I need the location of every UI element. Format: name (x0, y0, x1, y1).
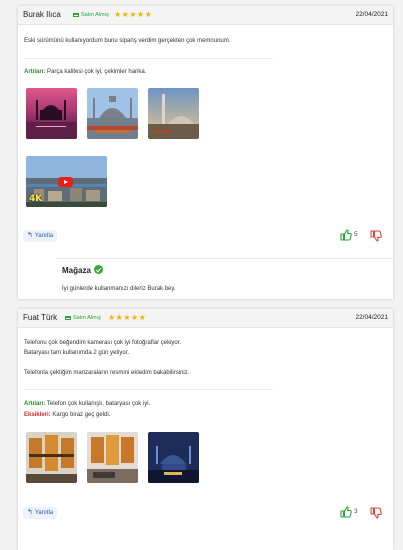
review-cons: Eksikleri: Kargo biraz geç geldi. (24, 412, 110, 418)
review-votes: 5 (337, 228, 387, 242)
reply-label: Yanıtla (34, 510, 54, 516)
pros-text: Telefon çok kullanışlı, bataryası çok iy… (46, 401, 151, 407)
review-photo-thumbnail[interactable] (26, 432, 77, 483)
reviewer-name: Burak Ilıca (23, 10, 61, 19)
review-card: Fuat Türk Satın Almış ★★★★★ 22/04/2021 T… (18, 309, 393, 550)
divider (56, 258, 393, 259)
verified-check-icon (94, 265, 103, 274)
review-body-line: Telefonu çok beğendim kamerası çok iyi f… (24, 340, 182, 346)
pros-label: Artıları: (24, 69, 46, 75)
play-icon[interactable] (58, 177, 73, 187)
reply-arrow-icon: ↰ (27, 232, 33, 239)
thumbs-down-icon[interactable] (370, 230, 382, 242)
review-body-line: Bataryası tam kullanımda 2 gün yetiyor. (24, 350, 130, 356)
thumbs-up-icon[interactable] (340, 229, 352, 241)
cart-icon (65, 315, 71, 320)
divider (23, 58, 273, 59)
cart-icon (73, 12, 79, 17)
review-photo-thumbnail[interactable] (26, 88, 77, 139)
review-video-thumbnail[interactable]: 4K (26, 156, 107, 207)
review-body: Eski sürümünü kullanıyordum bunu sipariş… (24, 38, 231, 44)
thumbs-up-icon[interactable] (340, 506, 352, 518)
review-header: Burak Ilıca Satın Almış ★★★★★ 22/04/2021 (18, 6, 393, 25)
review-photo-thumbnail[interactable] (148, 432, 199, 483)
review-photo-thumbnail[interactable] (148, 88, 199, 139)
like-count: 5 (354, 231, 358, 238)
pros-label: Artıları: (24, 401, 46, 407)
pros-text: Parça kalitesi çok iyi, çekimler harika. (47, 69, 147, 75)
review-photo-thumbnail[interactable] (87, 88, 138, 139)
review-card: Burak Ilıca Satın Almış ★★★★★ 22/04/2021… (18, 6, 393, 299)
reply-button[interactable]: ↰ Yanıtla (23, 507, 58, 519)
divider (23, 389, 273, 390)
cons-text: Kargo biraz geç geldi. (52, 412, 111, 418)
star-rating: ★★★★★ (108, 313, 147, 322)
cons-label: Eksikleri: (24, 412, 51, 418)
star-rating: ★★★★★ (114, 10, 153, 19)
review-date: 22/04/2021 (355, 314, 388, 321)
review-photo-thumbnail[interactable] (87, 432, 138, 483)
verified-label: Satın Almış (73, 315, 101, 321)
store-name: Mağaza (62, 266, 91, 275)
verified-purchase-badge: Satın Almış (73, 12, 109, 18)
reply-button[interactable]: ↰ Yanıtla (23, 230, 58, 242)
store-reply: Mağaza İyi günlerde kullanmanızı dileriz… (56, 258, 393, 299)
video-4k-badge: 4K (29, 194, 43, 204)
review-date: 22/04/2021 (355, 11, 388, 18)
review-votes: 3 (337, 505, 387, 519)
thumbs-down-icon[interactable] (370, 507, 382, 519)
review-body-line: Telefonla çektiğim manzaraların resmini … (24, 370, 190, 376)
reviewer-name: Fuat Türk (23, 313, 58, 322)
store-reply-text: İyi günlerde kullanmanızı dileriz Burak … (62, 286, 176, 292)
like-count: 3 (354, 508, 358, 515)
reply-arrow-icon: ↰ (27, 509, 33, 516)
reply-label: Yanıtla (34, 233, 54, 239)
review-pros: Artıları: Telefon çok kullanışlı, batary… (24, 401, 150, 407)
review-header: Fuat Türk Satın Almış ★★★★★ 22/04/2021 (18, 309, 393, 328)
verified-purchase-badge: Satın Almış (65, 315, 101, 321)
verified-label: Satın Almış (81, 12, 109, 18)
review-pros: Artıları: Parça kalitesi çok iyi, çekiml… (24, 69, 146, 75)
